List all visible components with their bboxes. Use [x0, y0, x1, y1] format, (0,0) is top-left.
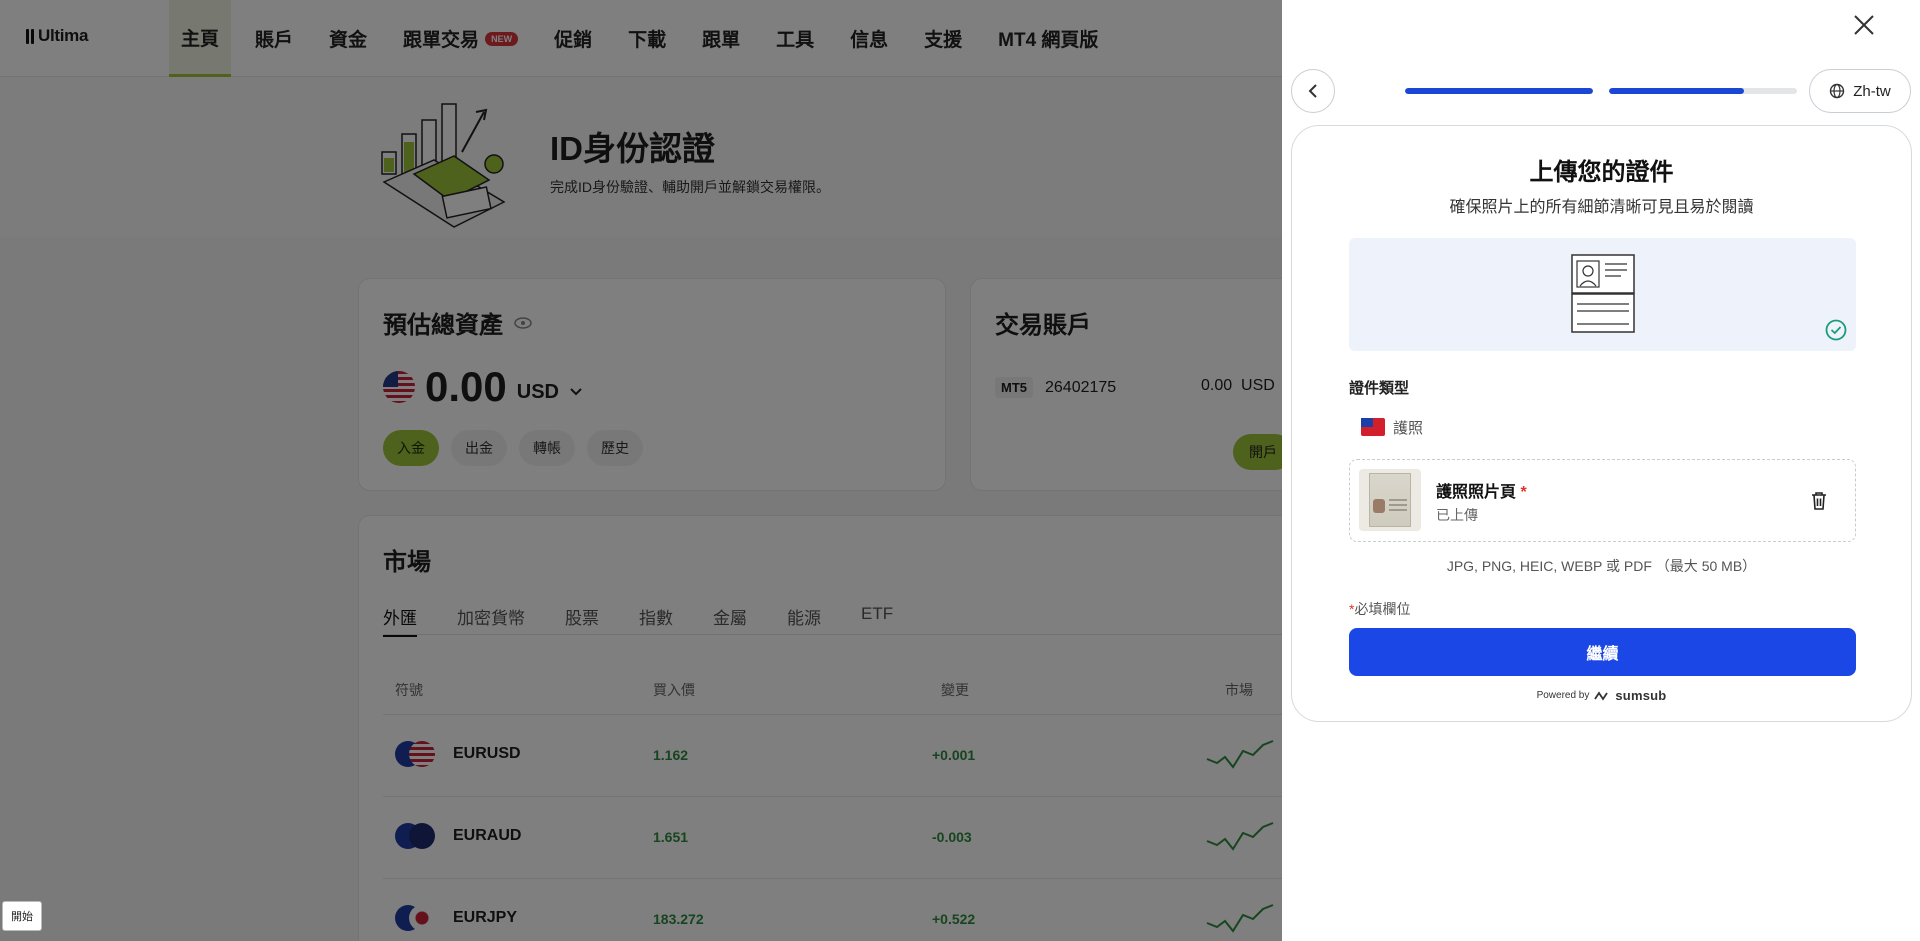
trash-icon[interactable] [1810, 491, 1828, 511]
language-label: Zh-tw [1853, 82, 1891, 100]
sumsub-logo-icon [1594, 690, 1609, 701]
required-note: 必填欄位 [1354, 601, 1411, 617]
check-circle-icon [1825, 319, 1847, 341]
document-upload-card: 上傳您的證件 確保照片上的所有細節清晰可見且易於閱讀 證件類型 護照 護照照片頁… [1291, 125, 1912, 722]
chevron-left-icon [1308, 84, 1317, 98]
upload-item-title: 護照照片頁 [1436, 484, 1517, 501]
required-star: * [1520, 484, 1527, 501]
document-preview [1349, 238, 1856, 351]
sumsub-brand: sumsub [1615, 688, 1667, 703]
powered-by-text: Powered by [1536, 690, 1590, 701]
passport-thumbnail [1359, 469, 1421, 531]
continue-button[interactable]: 繼續 [1349, 628, 1856, 676]
globe-icon [1830, 83, 1845, 99]
id-document-icon [1571, 254, 1635, 333]
language-selector[interactable]: Zh-tw [1809, 69, 1911, 113]
close-icon[interactable] [1849, 10, 1879, 40]
passport-upload-box[interactable]: 護照照片頁 * 已上傳 [1349, 459, 1856, 542]
progress-step-2 [1609, 88, 1797, 94]
progress-step-1 [1405, 88, 1593, 94]
document-type-field[interactable]: 護照 [1349, 406, 1856, 448]
powered-by[interactable]: Powered by sumsub [1292, 688, 1911, 703]
back-button[interactable] [1291, 69, 1335, 113]
document-type-value: 護照 [1393, 419, 1424, 437]
upload-status: 已上傳 [1436, 507, 1478, 523]
taiwan-flag-icon [1361, 418, 1385, 436]
accepted-formats: JPG, PNG, HEIC, WEBP 或 PDF （最大 50 MB） [1446, 558, 1757, 574]
upload-title: 上傳您的證件 [1529, 159, 1674, 186]
document-type-label: 證件類型 [1349, 380, 1410, 397]
start-button[interactable]: 開始 [2, 901, 42, 931]
upload-subtitle: 確保照片上的所有細節清晰可見且易於閱讀 [1449, 199, 1754, 216]
